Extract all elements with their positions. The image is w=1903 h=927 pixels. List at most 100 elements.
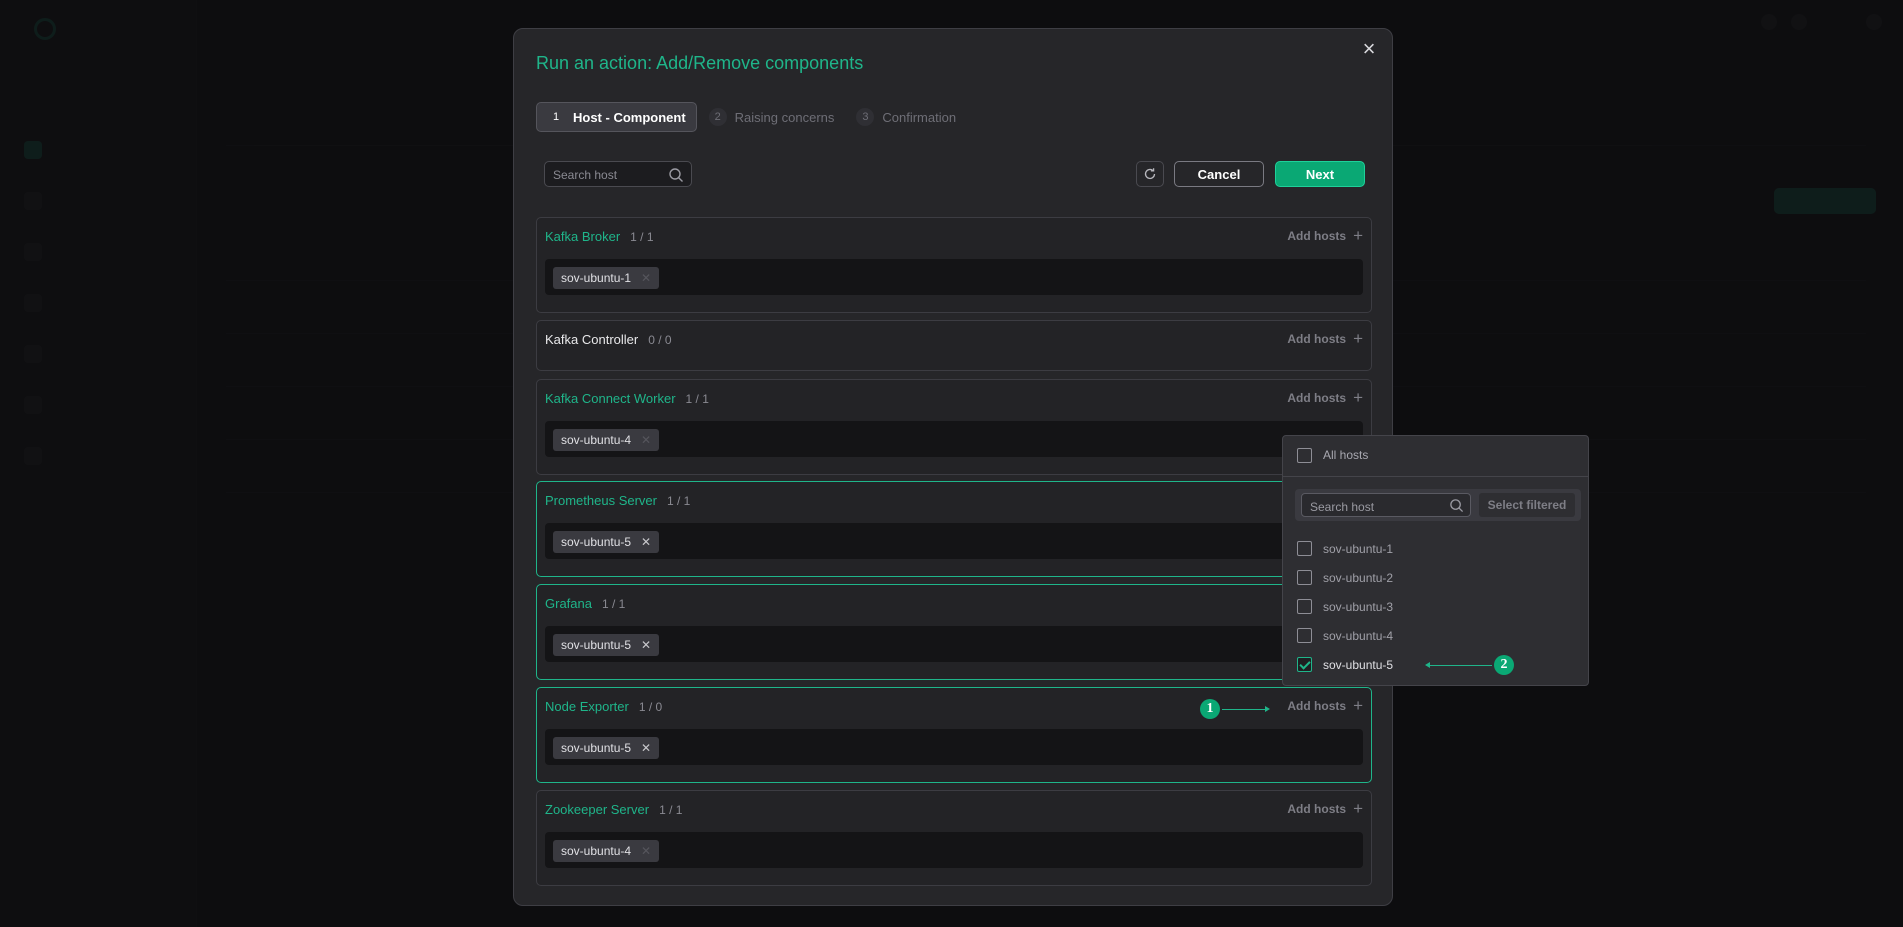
host-chip: sov-ubuntu-5 ✕: [553, 737, 660, 759]
step-number: 1: [552, 111, 560, 123]
component-kafka-controller: Kafka Controller 0 / 0 Add hosts +: [536, 320, 1372, 371]
search-icon: [1450, 499, 1464, 513]
plus-icon: +: [1353, 388, 1363, 407]
add-hosts-button[interactable]: Add hosts +: [1287, 329, 1363, 348]
component-name: Grafana: [545, 596, 592, 611]
close-icon[interactable]: ×: [1358, 38, 1380, 61]
remove-icon[interactable]: ✕: [641, 433, 651, 447]
all-hosts-label: All hosts: [1323, 448, 1369, 462]
reset-button[interactable]: [1136, 161, 1164, 187]
step-confirmation[interactable]: 3 Confirmation: [846, 103, 966, 131]
annotation-badge-1: 1: [1200, 699, 1220, 719]
all-hosts-checkbox[interactable]: [1297, 448, 1312, 463]
component-count: 1 / 1: [601, 597, 626, 611]
host-checkbox-sov-ubuntu-1[interactable]: [1297, 541, 1312, 556]
host-chip-label: sov-ubuntu-5: [561, 535, 632, 549]
component-name: Prometheus Server: [545, 493, 657, 508]
step-label: Host - Component: [573, 109, 686, 125]
step-label: Confirmation: [882, 109, 957, 125]
host-option-label: sov-ubuntu-5: [1323, 658, 1394, 672]
add-hosts-dropdown: All hosts Select filtered sov-ubuntu-1 s…: [1282, 435, 1589, 686]
search-input[interactable]: [551, 165, 665, 185]
step-raising-concerns[interactable]: 2 Raising concerns: [699, 103, 845, 131]
add-hosts-label: Add hosts: [1287, 699, 1347, 713]
annotation-line-1: [1222, 709, 1265, 710]
component-node-exporter: Node Exporter 1 / 0 Add hosts + sov-ubuntu…: [536, 687, 1372, 783]
component-count: 1 / 0: [638, 700, 663, 714]
host-chip-label: sov-ubuntu-4: [561, 844, 632, 858]
host-chip: sov-ubuntu-4 ✕: [553, 840, 660, 862]
divider: [1283, 476, 1588, 477]
host-chip-label: sov-ubuntu-4: [561, 433, 632, 447]
plus-icon: +: [1353, 799, 1363, 818]
host-option-label: sov-ubuntu-3: [1323, 600, 1394, 614]
add-hosts-button[interactable]: Add hosts +: [1287, 799, 1363, 818]
annotation-line-2: [1430, 665, 1492, 666]
component-name: Zookeeper Server: [545, 802, 650, 817]
component-count: 1 / 1: [659, 803, 683, 817]
host-list: sov-ubuntu-4 ✕: [545, 832, 1363, 868]
host-chip: sov-ubuntu-5 ✕: [553, 634, 660, 656]
host-chip: sov-ubuntu-4 ✕: [553, 429, 660, 451]
dropdown-search: [1301, 493, 1471, 517]
host-chip: sov-ubuntu-1 ✕: [553, 267, 660, 289]
component-name: Kafka Controller: [545, 332, 639, 347]
host-chip-label: sov-ubuntu-5: [561, 638, 632, 652]
dropdown-search-input[interactable]: [1308, 498, 1442, 515]
add-hosts-label: Add hosts: [1287, 802, 1347, 816]
component-kafka-connect-worker: Kafka Connect Worker 1 / 1 Add hosts + sov…: [536, 379, 1372, 475]
host-checkbox-sov-ubuntu-4[interactable]: [1297, 628, 1312, 643]
component-count: 1 / 1: [667, 494, 691, 508]
remove-icon[interactable]: ✕: [641, 638, 651, 652]
host-chip-label: sov-ubuntu-5: [561, 741, 632, 755]
annotation-arrow-1: [1265, 706, 1270, 712]
cancel-button[interactable]: Cancel: [1174, 161, 1264, 187]
host-list: sov-ubuntu-1 ✕: [545, 259, 1363, 295]
add-hosts-label: Add hosts: [1287, 229, 1347, 243]
step-number: 3: [856, 108, 875, 126]
add-hosts-label: Add hosts: [1287, 332, 1347, 346]
component-prometheus-server: Prometheus Server 1 / 1 sov-ubuntu-5 ✕: [536, 481, 1372, 577]
next-button[interactable]: Next: [1275, 161, 1365, 187]
component-kafka-broker: Kafka Broker 1 / 1 Add hosts + sov-ubuntu-…: [536, 217, 1372, 313]
plus-icon: +: [1353, 226, 1363, 245]
host-option-label: sov-ubuntu-1: [1323, 542, 1394, 556]
annotation-badge-2: 2: [1494, 655, 1514, 675]
component-count: 0 / 0: [648, 333, 672, 347]
step-number: 2: [708, 108, 727, 126]
host-option-label: sov-ubuntu-4: [1323, 629, 1394, 643]
host-list: sov-ubuntu-5 ✕: [545, 626, 1363, 662]
remove-icon[interactable]: ✕: [641, 535, 651, 549]
remove-icon[interactable]: ✕: [641, 271, 651, 285]
host-list: sov-ubuntu-5 ✕: [545, 729, 1363, 765]
stepper: 1 Host - Component 2 Raising concerns 3 …: [536, 102, 968, 132]
host-checkbox-sov-ubuntu-3[interactable]: [1297, 599, 1312, 614]
add-hosts-button[interactable]: Add hosts +: [1287, 226, 1363, 245]
plus-icon: +: [1353, 696, 1363, 715]
select-filtered-button[interactable]: Select filtered: [1479, 493, 1575, 517]
step-label: Raising concerns: [734, 109, 835, 125]
add-hosts-button[interactable]: Add hosts +: [1287, 388, 1363, 407]
host-chip-label: sov-ubuntu-1: [561, 271, 632, 285]
component-zookeeper-server: Zookeeper Server 1 / 1 Add hosts + sov-ubu…: [536, 790, 1372, 886]
component-grafana: Grafana 1 / 1 sov-ubuntu-5 ✕: [536, 584, 1372, 680]
host-search: [544, 161, 692, 187]
add-hosts-button[interactable]: Add hosts +: [1287, 696, 1363, 715]
host-list: sov-ubuntu-4 ✕: [545, 421, 1363, 457]
host-chip: sov-ubuntu-5 ✕: [553, 531, 660, 553]
plus-icon: +: [1353, 329, 1363, 348]
remove-icon[interactable]: ✕: [641, 741, 651, 755]
component-count: 1 / 1: [630, 230, 654, 244]
add-hosts-label: Add hosts: [1287, 391, 1347, 405]
host-checkbox-sov-ubuntu-2[interactable]: [1297, 570, 1312, 585]
dropdown-search-bar: Select filtered: [1295, 489, 1581, 521]
component-name: Node Exporter: [545, 699, 629, 714]
remove-icon[interactable]: ✕: [641, 844, 651, 858]
host-option-label: sov-ubuntu-2: [1323, 571, 1394, 585]
search-icon: [669, 168, 683, 182]
component-count: 1 / 1: [685, 392, 709, 406]
step-host-component[interactable]: 1 Host - Component: [536, 102, 697, 132]
component-name: Kafka Connect Worker: [545, 391, 676, 406]
host-list: sov-ubuntu-5 ✕: [545, 523, 1363, 559]
host-checkbox-sov-ubuntu-5[interactable]: [1297, 657, 1312, 672]
